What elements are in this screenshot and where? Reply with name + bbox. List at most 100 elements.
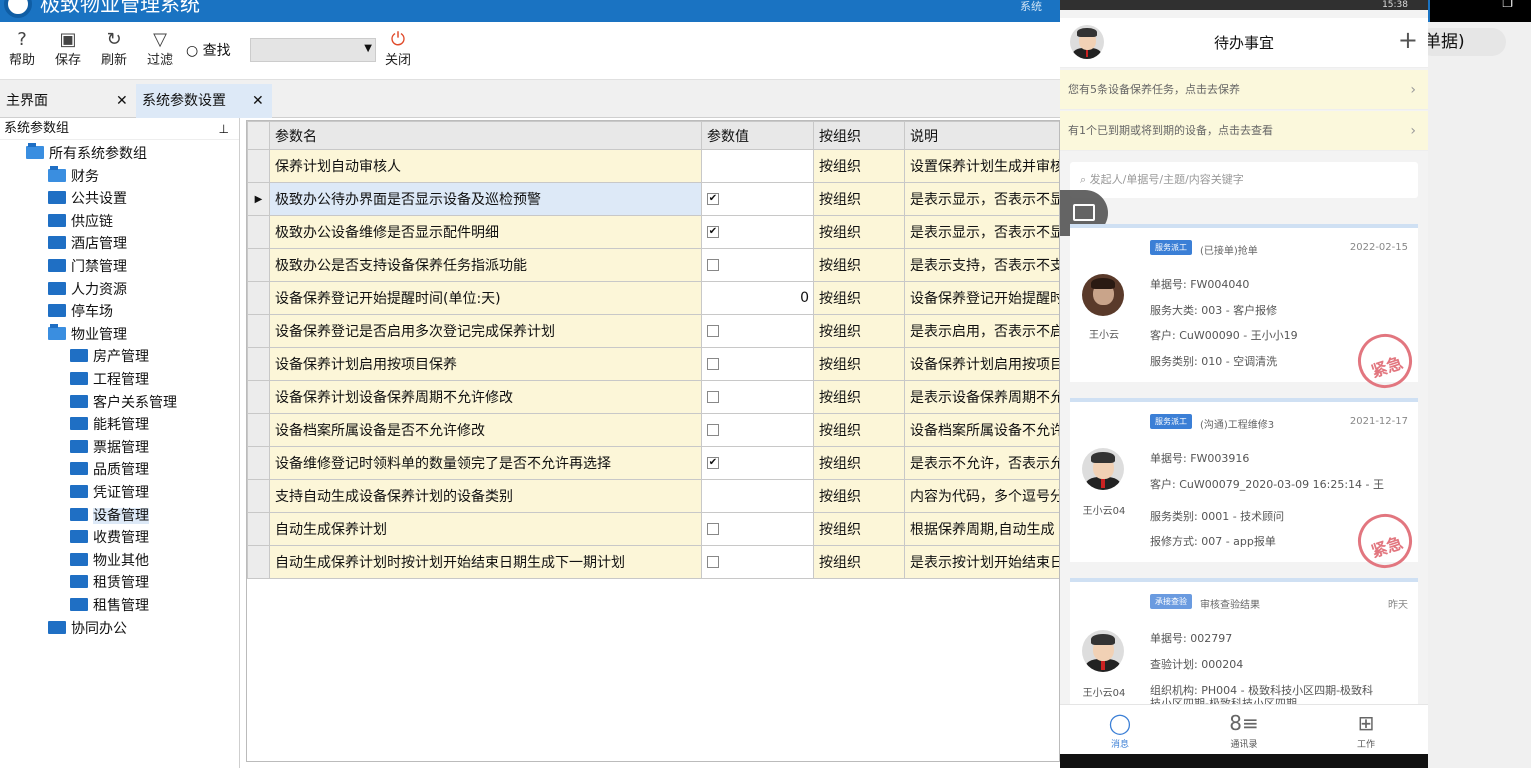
row-header[interactable] (247, 281, 270, 315)
org-cell[interactable]: 按组织 (813, 149, 905, 183)
param-name-cell[interactable]: 设备保养登记是否启用多次登记完成保养计划 (269, 314, 702, 348)
col-header-org[interactable]: 按组织 (813, 121, 905, 150)
param-value-cell[interactable] (701, 512, 814, 546)
org-cell[interactable]: 按组织 (813, 413, 905, 447)
param-name-cell[interactable]: 极致办公是否支持设备保养任务指派功能 (269, 248, 702, 282)
param-checkbox[interactable]: ✔ (707, 457, 719, 469)
org-cell[interactable]: 按组织 (813, 314, 905, 348)
row-header[interactable] (247, 380, 270, 414)
description-cell[interactable]: 设备保养计划启用按项目 (904, 347, 1059, 381)
description-cell[interactable]: 设备档案所属设备不允许 (904, 413, 1059, 447)
param-value-cell[interactable]: ✔ (701, 215, 814, 249)
org-cell[interactable]: 按组织 (813, 347, 905, 381)
table-row[interactable]: 设备档案所属设备是否不允许修改 按组织 设备档案所属设备不允许 (247, 413, 1059, 447)
table-row[interactable]: 自动生成保养计划时按计划开始结束日期生成下一期计划 按组织 是表示按计划开始结束日 (247, 545, 1059, 579)
param-value-cell[interactable] (701, 314, 814, 348)
close-tab-icon[interactable]: ✕ (252, 84, 264, 118)
save-button[interactable]: ▣ 保存 (48, 28, 88, 70)
tab-main[interactable]: 主界面 ✕ (0, 84, 136, 118)
org-cell[interactable]: 按组织 (813, 380, 905, 414)
notice-expiring[interactable]: 有1个已到期或将到期的设备，点击去查看 › (1060, 111, 1428, 151)
description-cell[interactable]: 设置保养计划生成并审核 (904, 149, 1059, 183)
param-name-cell[interactable]: 设备保养计划启用按项目保养 (269, 347, 702, 381)
description-cell[interactable]: 设备保养登记开始提醒时 (904, 281, 1059, 315)
todo-card[interactable]: 承接查验 审核查验结果 昨天 王小云04 单据号: 002797 查验计划: 0… (1070, 578, 1418, 710)
document-pill[interactable]: 单据) (1418, 28, 1506, 56)
row-header[interactable] (247, 545, 270, 579)
org-cell[interactable]: 按组织 (813, 215, 905, 249)
tree-node[interactable]: 停车场 (48, 302, 113, 323)
description-cell[interactable]: 是表示显示，否表示不显 (904, 215, 1059, 249)
org-cell[interactable]: 按组织 (813, 182, 905, 216)
nav-messages[interactable]: ◯ 消息 (1090, 709, 1150, 750)
param-checkbox[interactable]: ✔ (707, 226, 719, 238)
row-header[interactable] (247, 314, 270, 348)
param-name-cell[interactable]: 极致办公设备维修是否显示配件明细 (269, 215, 702, 249)
param-value-cell[interactable] (701, 413, 814, 447)
tree-node[interactable]: 客户关系管理 (70, 393, 177, 414)
param-value-cell[interactable] (701, 380, 814, 414)
org-cell[interactable]: 按组织 (813, 479, 905, 513)
nav-contacts[interactable]: 8≡ 通讯录 (1214, 709, 1274, 750)
tree-node[interactable]: 房产管理 (70, 347, 149, 368)
description-cell[interactable]: 内容为代码，多个逗号分 (904, 479, 1059, 513)
param-value-cell[interactable]: ✔ (701, 446, 814, 480)
param-checkbox[interactable] (707, 358, 719, 370)
table-row[interactable]: ▶ 极致办公待办界面是否显示设备及巡检预警 ✔ 按组织 是表示显示，否表示不显 (247, 182, 1059, 216)
param-value-cell[interactable] (701, 347, 814, 381)
tree-node[interactable]: 物业其他 (70, 551, 149, 572)
refresh-button[interactable]: ↻ 刷新 (94, 28, 134, 70)
tree-node[interactable]: 品质管理 (70, 460, 149, 481)
tree-node[interactable]: 收费管理 (70, 528, 149, 549)
param-name-cell[interactable]: 设备维修登记时领料单的数量领完了是否不允许再选择 (269, 446, 702, 480)
tree-node[interactable]: 能耗管理 (70, 415, 149, 436)
row-header[interactable]: ▶ (247, 182, 270, 216)
param-name-cell[interactable]: 设备保养计划设备保养周期不允许修改 (269, 380, 702, 414)
row-header[interactable] (247, 479, 270, 513)
tree-node[interactable]: 票据管理 (70, 438, 149, 459)
param-checkbox[interactable] (707, 325, 719, 337)
tree-node[interactable]: 人力资源 (48, 280, 127, 301)
help-button[interactable]: ? 帮助 (2, 28, 42, 70)
tree-node[interactable]: 公共设置 (48, 189, 127, 210)
pin-icon[interactable]: ⊥ (219, 118, 229, 140)
notice-maintenance[interactable]: 您有5条设备保养任务，点击去保养 › (1060, 70, 1428, 110)
tab-system-params[interactable]: 系统参数设置 ✕ (136, 84, 272, 118)
tree-node-root[interactable]: 所有系统参数组 (26, 143, 147, 165)
col-header-value[interactable]: 参数值 (701, 121, 814, 150)
org-cell[interactable]: 按组织 (813, 545, 905, 579)
tree-node[interactable]: 协同办公 (48, 619, 127, 640)
row-header[interactable] (247, 512, 270, 546)
org-cell[interactable]: 按组织 (813, 512, 905, 546)
org-cell[interactable]: 按组织 (813, 248, 905, 282)
row-header[interactable] (247, 413, 270, 447)
param-checkbox[interactable] (707, 259, 719, 271)
row-header[interactable] (247, 446, 270, 480)
description-cell[interactable]: 是表示不允许，否表示允 (904, 446, 1059, 480)
description-cell[interactable]: 是表示设备保养周期不允 (904, 380, 1059, 414)
table-row[interactable]: 极致办公设备维修是否显示配件明细 ✔ 按组织 是表示显示，否表示不显 (247, 215, 1059, 249)
param-value-cell[interactable] (701, 545, 814, 579)
param-checkbox[interactable] (707, 391, 719, 403)
param-checkbox[interactable]: ✔ (707, 193, 719, 205)
tree-node[interactable]: 租售管理 (70, 596, 149, 617)
close-button[interactable]: ⏻ 关闭 (378, 28, 418, 70)
tree-node[interactable]: 工程管理 (70, 370, 149, 391)
tree-node[interactable]: 供应链 (48, 212, 113, 233)
row-header[interactable] (247, 149, 270, 183)
param-name-cell[interactable]: 极致办公待办界面是否显示设备及巡检预警 (269, 182, 702, 216)
row-header[interactable] (247, 347, 270, 381)
param-value-cell[interactable] (701, 479, 814, 513)
tree-node[interactable]: 财务 (48, 166, 99, 188)
tree-node[interactable]: 门禁管理 (48, 257, 127, 278)
tree-node[interactable]: 凭证管理 (70, 483, 149, 504)
param-name-cell[interactable]: 自动生成保养计划 (269, 512, 702, 546)
param-name-cell[interactable]: 设备保养登记开始提醒时间(单位:天) (269, 281, 702, 315)
find-button[interactable]: ○ 查找 (186, 40, 231, 60)
nav-work[interactable]: ⊞ 工作 (1336, 709, 1396, 750)
table-row[interactable]: 极致办公是否支持设备保养任务指派功能 按组织 是表示支持，否表示不支 (247, 248, 1059, 282)
restore-icon[interactable]: ❐ (1502, 0, 1513, 10)
table-row[interactable]: 设备保养登记是否启用多次登记完成保养计划 按组织 是表示启用，否表示不启 (247, 314, 1059, 348)
tree-node[interactable]: 酒店管理 (48, 234, 127, 255)
table-row[interactable]: 设备保养计划启用按项目保养 按组织 设备保养计划启用按项目 (247, 347, 1059, 381)
